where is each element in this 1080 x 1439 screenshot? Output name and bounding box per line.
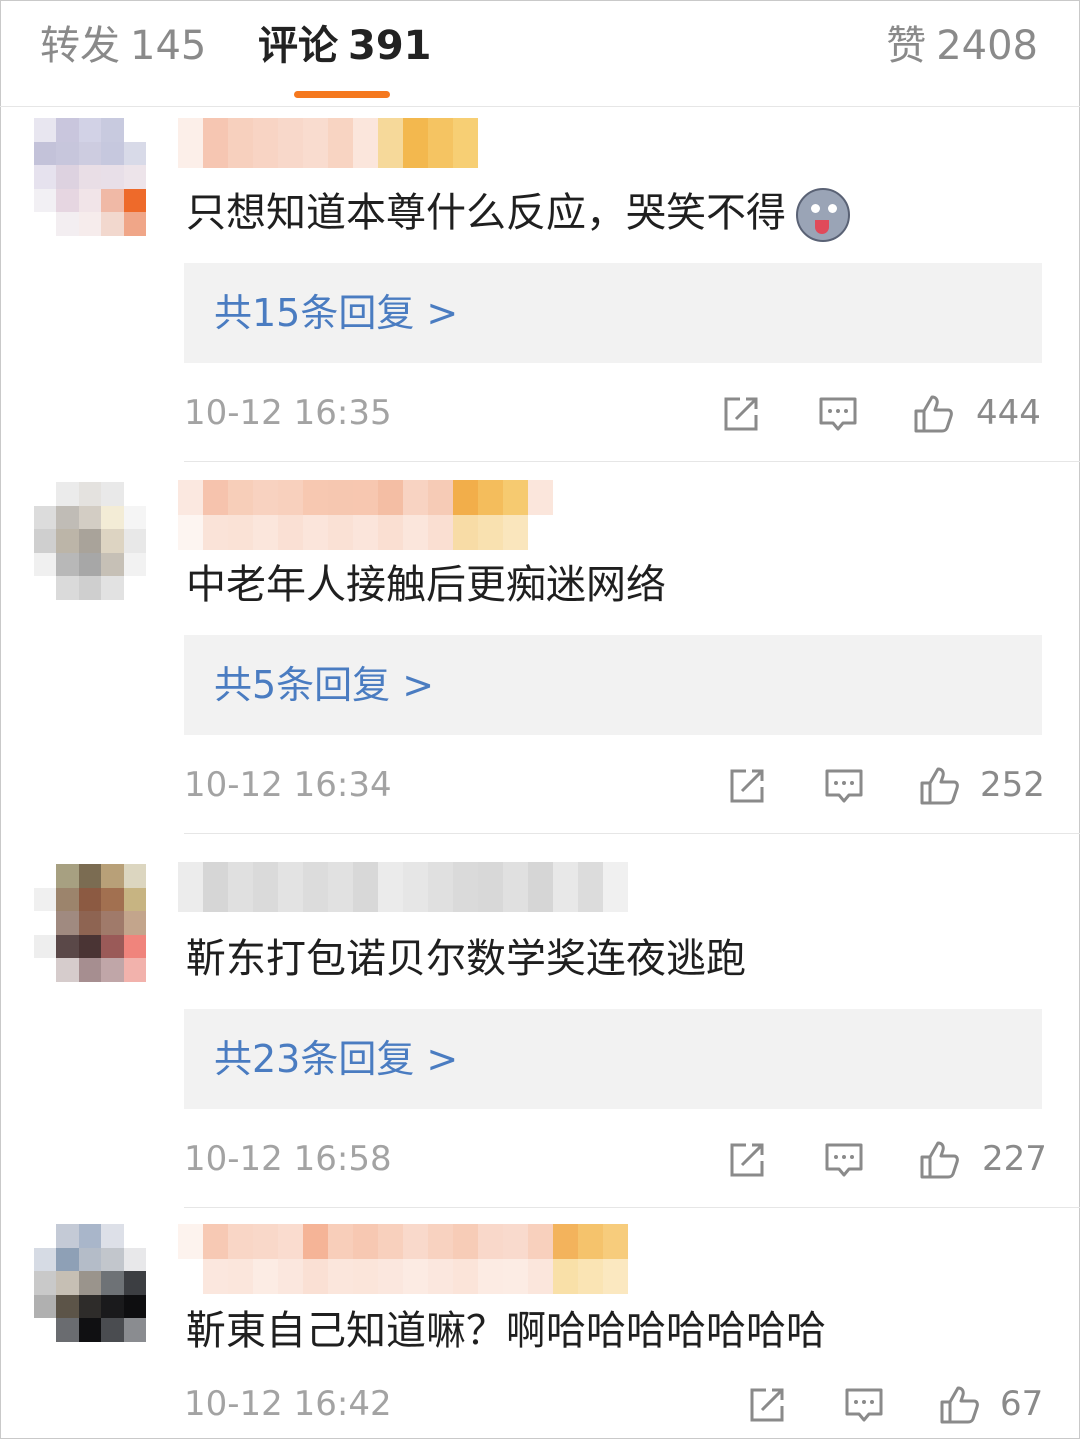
comment-text: 只想知道本尊什么反应，哭笑不得 bbox=[186, 188, 850, 242]
share-icon[interactable] bbox=[720, 393, 762, 435]
comment-timestamp: 10-12 16:42 bbox=[184, 1384, 392, 1424]
like-count: 252 bbox=[980, 765, 1045, 805]
tab-comments[interactable]: 评论 391 bbox=[258, 22, 432, 70]
husky-dog-emoji-icon bbox=[796, 188, 850, 242]
tab-likes-count: 2408 bbox=[936, 23, 1038, 69]
active-tab-indicator bbox=[294, 91, 390, 98]
thumbs-up-icon[interactable] bbox=[912, 393, 954, 435]
comment-icon[interactable] bbox=[817, 393, 859, 435]
tab-comments-count: 391 bbox=[348, 23, 432, 69]
thumbs-up-icon[interactable] bbox=[918, 1139, 960, 1181]
like-count: 444 bbox=[976, 393, 1041, 433]
comment-text: 靳東自己知道嘛？啊哈哈哈哈哈哈哈 bbox=[186, 1308, 826, 1354]
comment-text-content: 只想知道本尊什么反应，哭笑不得 bbox=[186, 190, 786, 236]
comment-icon[interactable] bbox=[823, 1139, 865, 1181]
comment-timestamp: 10-12 16:58 bbox=[184, 1139, 392, 1179]
avatar[interactable] bbox=[34, 1224, 146, 1342]
share-icon[interactable] bbox=[726, 1139, 768, 1181]
view-replies-link[interactable]: 共5条回复 > bbox=[214, 660, 434, 710]
comment-meta: 10-12 16:35 444 bbox=[0, 383, 1080, 443]
comment-meta: 10-12 16:42 67 bbox=[0, 1374, 1080, 1434]
tab-likes[interactable]: 赞 2408 bbox=[886, 22, 1038, 70]
view-replies-link[interactable]: 共23条回复 > bbox=[214, 1034, 458, 1084]
username-blurred[interactable] bbox=[178, 118, 478, 168]
comment-divider bbox=[184, 1207, 1080, 1208]
comment-timestamp: 10-12 16:35 bbox=[184, 393, 392, 433]
replies-box[interactable]: 共15条回复 > bbox=[184, 263, 1042, 363]
comment-meta: 10-12 16:34 252 bbox=[0, 755, 1080, 815]
share-icon[interactable] bbox=[746, 1384, 788, 1426]
thumbs-up-icon[interactable] bbox=[918, 765, 960, 807]
thumbs-up-icon[interactable] bbox=[938, 1384, 980, 1426]
username-blurred[interactable] bbox=[178, 480, 553, 550]
comment-divider bbox=[184, 461, 1080, 462]
tab-bar: 转发 145 评论 391 赞 2408 bbox=[0, 0, 1080, 107]
like-count: 227 bbox=[982, 1139, 1047, 1179]
avatar[interactable] bbox=[34, 864, 146, 982]
comment-timestamp: 10-12 16:34 bbox=[184, 765, 392, 805]
tab-likes-label: 赞 bbox=[886, 23, 927, 69]
comment-icon[interactable] bbox=[843, 1384, 885, 1426]
comment-text: 中老年人接触后更痴迷网络 bbox=[186, 562, 666, 608]
share-icon[interactable] bbox=[726, 765, 768, 807]
avatar[interactable] bbox=[34, 118, 146, 236]
username-blurred[interactable] bbox=[178, 1224, 628, 1294]
comment-divider bbox=[184, 833, 1080, 834]
comment-meta: 10-12 16:58 227 bbox=[0, 1129, 1080, 1189]
like-count: 67 bbox=[1000, 1384, 1044, 1424]
username-blurred[interactable] bbox=[178, 862, 628, 912]
avatar[interactable] bbox=[34, 482, 146, 600]
tab-reposts-label: 转发 bbox=[40, 23, 120, 69]
tab-reposts-count: 145 bbox=[130, 23, 207, 69]
comment-text: 靳东打包诺贝尔数学奖连夜逃跑 bbox=[186, 936, 746, 982]
replies-box[interactable]: 共23条回复 > bbox=[184, 1009, 1042, 1109]
tab-reposts[interactable]: 转发 145 bbox=[40, 22, 206, 70]
view-replies-link[interactable]: 共15条回复 > bbox=[214, 288, 458, 338]
replies-box[interactable]: 共5条回复 > bbox=[184, 635, 1042, 735]
comment-icon[interactable] bbox=[823, 765, 865, 807]
tab-comments-label: 评论 bbox=[258, 23, 338, 69]
